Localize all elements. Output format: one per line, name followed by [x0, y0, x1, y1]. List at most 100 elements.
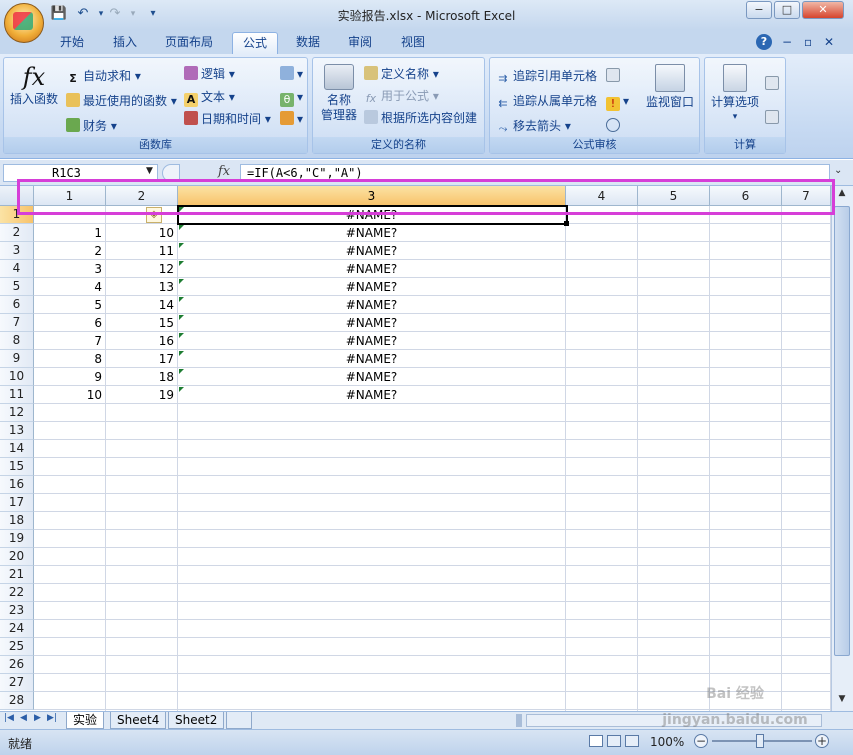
row-header-5[interactable]: 5 — [0, 278, 34, 296]
cell-r3-c1[interactable]: 2 — [34, 242, 105, 260]
calculate-sheet-button[interactable] — [765, 110, 782, 126]
help-icon[interactable]: ? — [756, 34, 772, 50]
formula-input[interactable]: =IF(A<6,"C","A") — [240, 164, 830, 182]
cell-r2-c2[interactable]: 10 — [106, 224, 177, 242]
tab-page-layout[interactable]: 页面布局 — [155, 32, 223, 54]
sheet-tab-experiment[interactable]: 实验 — [66, 712, 105, 729]
row-header-24[interactable]: 24 — [0, 620, 34, 638]
cell-r5-c3[interactable]: #NAME? — [178, 278, 565, 296]
cell-r2-c3[interactable]: #NAME? — [178, 224, 565, 242]
column-header-1[interactable]: 1 — [34, 186, 106, 206]
cell-r1-c1[interactable] — [34, 206, 105, 224]
expand-formula-bar-icon[interactable]: ⌄ — [834, 165, 842, 176]
ribbon-minimize-button[interactable]: − — [778, 32, 796, 54]
first-sheet-icon[interactable]: |◀ — [4, 713, 14, 723]
worksheet-grid[interactable]: 1 2 3 4 5 6 7 1 2 3 4 5 6 7 8 9 10 11 12 13 14 15 16 17 1… — [0, 186, 831, 711]
row-header-1[interactable]: 1 — [0, 206, 34, 224]
cell-r1-c2[interactable] — [106, 206, 177, 224]
cell-r7-c1[interactable]: 6 — [34, 314, 105, 332]
cell-r5-c1[interactable]: 4 — [34, 278, 105, 296]
maximize-button[interactable]: □ — [774, 1, 800, 19]
recent-functions-button[interactable]: 最近使用的函数 ▾ — [66, 93, 177, 109]
use-in-formula-button[interactable]: fx 用于公式 ▾ — [364, 88, 439, 106]
cell-r9-c1[interactable]: 8 — [34, 350, 105, 368]
cell-r11-c2[interactable]: 19 — [106, 386, 177, 404]
select-all-corner[interactable] — [0, 186, 34, 206]
zoom-level[interactable]: 100% — [650, 735, 684, 749]
define-name-button[interactable]: 定义名称 ▾ — [364, 66, 439, 82]
row-header-2[interactable]: 2 — [0, 224, 34, 242]
zoom-slider-thumb[interactable] — [756, 734, 764, 748]
ribbon-restore-button[interactable]: ▫ — [800, 32, 816, 54]
datetime-button[interactable]: 日期和时间 ▾ — [184, 111, 271, 127]
row-header-25[interactable]: 25 — [0, 638, 34, 656]
column-header-7[interactable]: 7 — [782, 186, 831, 206]
ribbon-close-button[interactable]: ✕ — [820, 32, 838, 54]
show-formulas-button[interactable] — [606, 68, 623, 84]
more-functions-button[interactable]: ▾ — [280, 111, 303, 127]
cell-r2-c1[interactable]: 1 — [34, 224, 105, 242]
autosum-button[interactable]: Σ 自动求和 ▾ — [66, 68, 141, 86]
row-header-18[interactable]: 18 — [0, 512, 34, 530]
column-header-4[interactable]: 4 — [566, 186, 638, 206]
scroll-thumb[interactable] — [834, 206, 850, 656]
cell-r7-c2[interactable]: 15 — [106, 314, 177, 332]
sheet-tab-sheet2[interactable]: Sheet2 — [168, 712, 225, 729]
zoom-out-icon[interactable]: − — [694, 734, 708, 748]
horizontal-scrollbar[interactable] — [526, 714, 822, 727]
create-from-selection-button[interactable]: 根据所选内容创建 — [364, 110, 477, 126]
row-header-13[interactable]: 13 — [0, 422, 34, 440]
trace-precedents-button[interactable]: ⇉ 追踪引用单元格 — [496, 68, 597, 86]
tab-view[interactable]: 视图 — [391, 32, 435, 54]
logical-button[interactable]: 逻辑 ▾ — [184, 66, 235, 82]
row-header-9[interactable]: 9 — [0, 350, 34, 368]
row-header-20[interactable]: 20 — [0, 548, 34, 566]
calculation-options-button[interactable]: 计算选项 ▾ — [707, 64, 763, 125]
cell-r5-c2[interactable]: 13 — [106, 278, 177, 296]
cell-r9-c2[interactable]: 17 — [106, 350, 177, 368]
row-header-17[interactable]: 17 — [0, 494, 34, 512]
cell-r10-c2[interactable]: 18 — [106, 368, 177, 386]
cell-r9-c3[interactable]: #NAME? — [178, 350, 565, 368]
row-header-23[interactable]: 23 — [0, 602, 34, 620]
next-sheet-icon[interactable]: ▶ — [34, 713, 41, 723]
column-header-3[interactable]: 3 — [178, 186, 566, 206]
lookup-reference-button[interactable]: ▾ — [280, 66, 303, 82]
page-break-view-icon[interactable] — [625, 735, 639, 747]
watch-window-button[interactable]: 监视窗口 — [642, 64, 698, 110]
vertical-scrollbar[interactable]: ▲ ▼ — [831, 186, 853, 711]
cell-r8-c1[interactable]: 7 — [34, 332, 105, 350]
cell-r1-c3[interactable]: #NAME? — [178, 206, 565, 224]
text-button[interactable]: A 文本 ▾ — [184, 89, 235, 107]
row-header-7[interactable]: 7 — [0, 314, 34, 332]
name-manager-button[interactable]: 名称 管理器 — [317, 62, 361, 123]
column-header-2[interactable]: 2 — [106, 186, 178, 206]
cell-r4-c3[interactable]: #NAME? — [178, 260, 565, 278]
tab-review[interactable]: 审阅 — [338, 32, 382, 54]
row-header-19[interactable]: 19 — [0, 530, 34, 548]
insert-function-fx-icon[interactable]: fx — [218, 164, 230, 179]
formula-bar-resize-handle[interactable] — [162, 164, 180, 182]
tab-insert[interactable]: 插入 — [103, 32, 147, 54]
tab-home[interactable]: 开始 — [50, 32, 94, 54]
insert-sheet-icon[interactable] — [226, 712, 252, 729]
row-header-15[interactable]: 15 — [0, 458, 34, 476]
cell-r3-c2[interactable]: 11 — [106, 242, 177, 260]
tab-formulas[interactable]: 公式 — [232, 32, 279, 54]
column-header-5[interactable]: 5 — [638, 186, 710, 206]
cell-r7-c3[interactable]: #NAME? — [178, 314, 565, 332]
tab-split-handle[interactable] — [516, 714, 522, 727]
sheet-tab-sheet4[interactable]: Sheet4 — [110, 712, 167, 729]
name-box-dropdown-icon[interactable]: ▼ — [146, 166, 153, 176]
evaluate-formula-button[interactable] — [606, 118, 623, 134]
row-header-8[interactable]: 8 — [0, 332, 34, 350]
name-box[interactable]: R1C3 — [3, 164, 158, 182]
row-header-6[interactable]: 6 — [0, 296, 34, 314]
row-header-14[interactable]: 14 — [0, 440, 34, 458]
row-header-10[interactable]: 10 — [0, 368, 34, 386]
cell-r6-c2[interactable]: 14 — [106, 296, 177, 314]
row-header-28[interactable]: 28 — [0, 692, 34, 710]
trace-dependents-button[interactable]: ⇇ 追踪从属单元格 — [496, 93, 597, 111]
column-header-6[interactable]: 6 — [710, 186, 782, 206]
row-header-12[interactable]: 12 — [0, 404, 34, 422]
